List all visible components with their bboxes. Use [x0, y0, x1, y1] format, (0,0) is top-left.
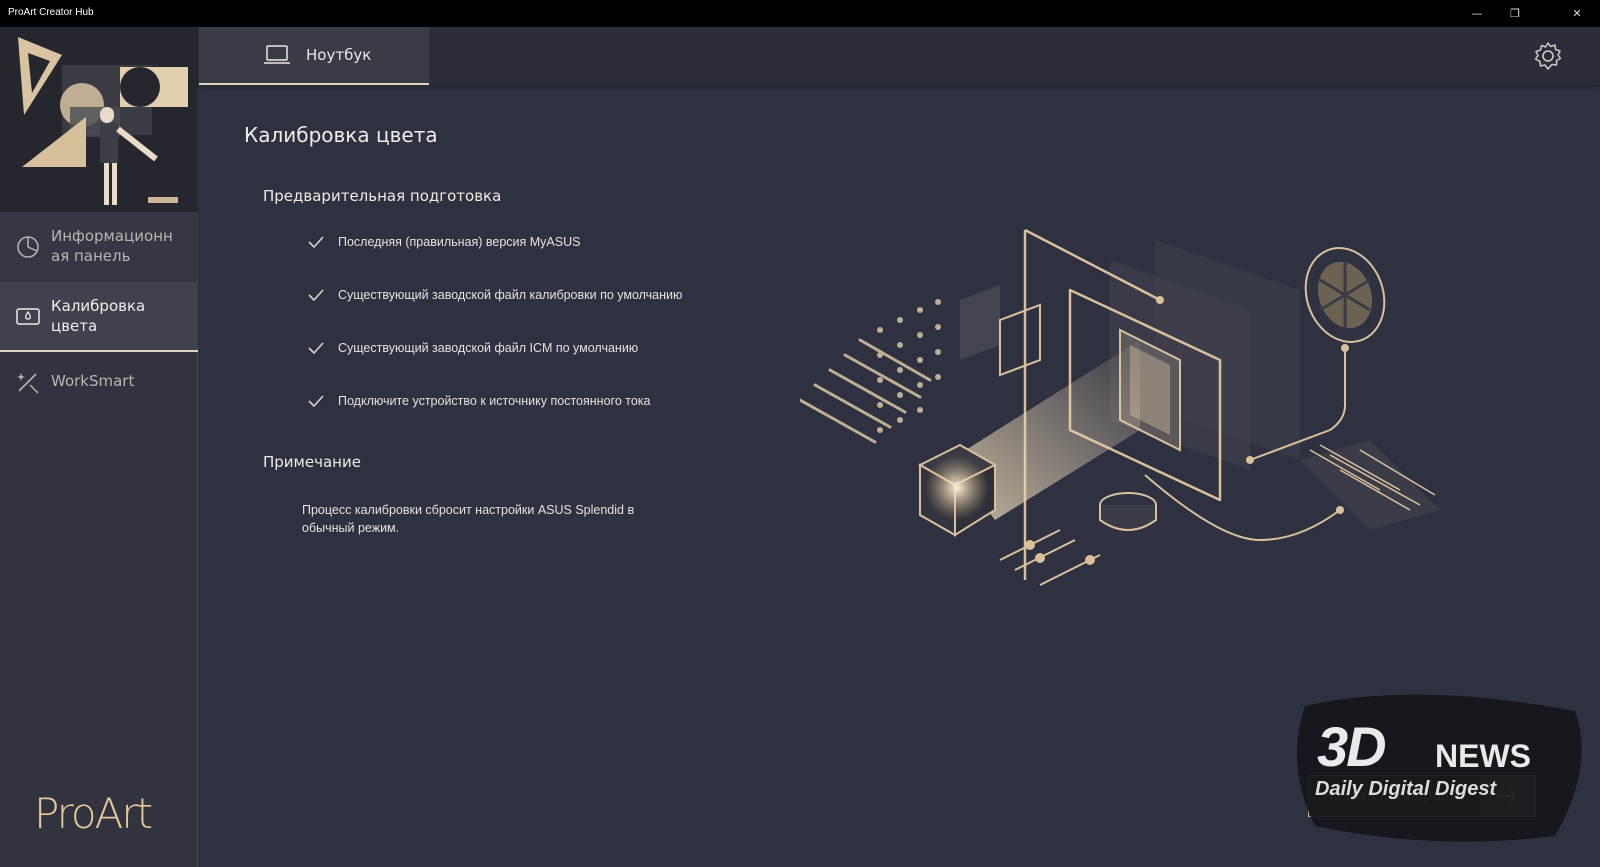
sidebar-item-worksmart[interactable]: WorkSmart	[0, 353, 198, 409]
sidebar-item-color-calibration[interactable]: Калибровка цвета	[0, 282, 198, 352]
gear-icon[interactable]	[1532, 40, 1564, 72]
magic-wand-icon	[17, 373, 39, 394]
checkmark-icon	[308, 395, 324, 408]
hero-illustration	[0, 27, 198, 212]
minimize-button[interactable]: —	[1458, 0, 1496, 27]
close-button[interactable]: ✕	[1558, 0, 1596, 27]
title-bar: ProArt Creator Hub — ❐ ✕	[0, 0, 1600, 27]
sidebar: Информационн ая панель Калибровка цвета …	[0, 27, 198, 867]
checklist-item: Существующий заводской файл калибровки п…	[306, 285, 682, 305]
checklist-item: Подключите устройство к источнику постоя…	[306, 391, 650, 411]
device-tab-strip: Ноутбук	[199, 27, 1600, 85]
checklist-item: Существующий заводской файл ICM по умолч…	[306, 338, 638, 358]
sidebar-item-label: Информационн ая панель	[51, 227, 173, 265]
tab-label: Ноутбук	[306, 46, 372, 64]
sidebar-item-label: Калибровка цвета	[51, 297, 146, 335]
sidebar-item-label: WorkSmart	[51, 372, 135, 390]
prep-section-title: Предварительная подготовка	[263, 187, 502, 205]
app-title: ProArt Creator Hub	[8, 7, 94, 18]
start-calibration-button[interactable]: Начать калибровку	[1308, 775, 1536, 817]
checkmark-icon	[308, 342, 324, 355]
note-text: Процесс калибровки сбросит настройки ASU…	[302, 503, 635, 535]
checkmark-icon	[308, 289, 324, 302]
color-calibration-icon	[16, 308, 40, 325]
proart-logo: ProArt	[34, 789, 153, 838]
checklist-item: Последняя (правильная) версия MyASUS	[306, 232, 580, 252]
laptop-icon	[264, 45, 290, 64]
page-title: Калибровка цвета	[244, 123, 438, 147]
3dnews-watermark: 3D NEWS Daily Digital Digest	[1295, 686, 1595, 846]
calibration-illustration	[800, 228, 1440, 586]
sidebar-item-dashboard[interactable]: Информационн ая панель	[0, 212, 198, 280]
checkmark-icon	[308, 236, 324, 249]
note-section-title: Примечание	[263, 453, 361, 471]
tab-laptop[interactable]: Ноутбук	[199, 27, 429, 85]
restore-button[interactable]: ❐	[1496, 0, 1534, 27]
arrow-right-icon	[1479, 776, 1535, 816]
pie-chart-icon	[17, 236, 39, 258]
